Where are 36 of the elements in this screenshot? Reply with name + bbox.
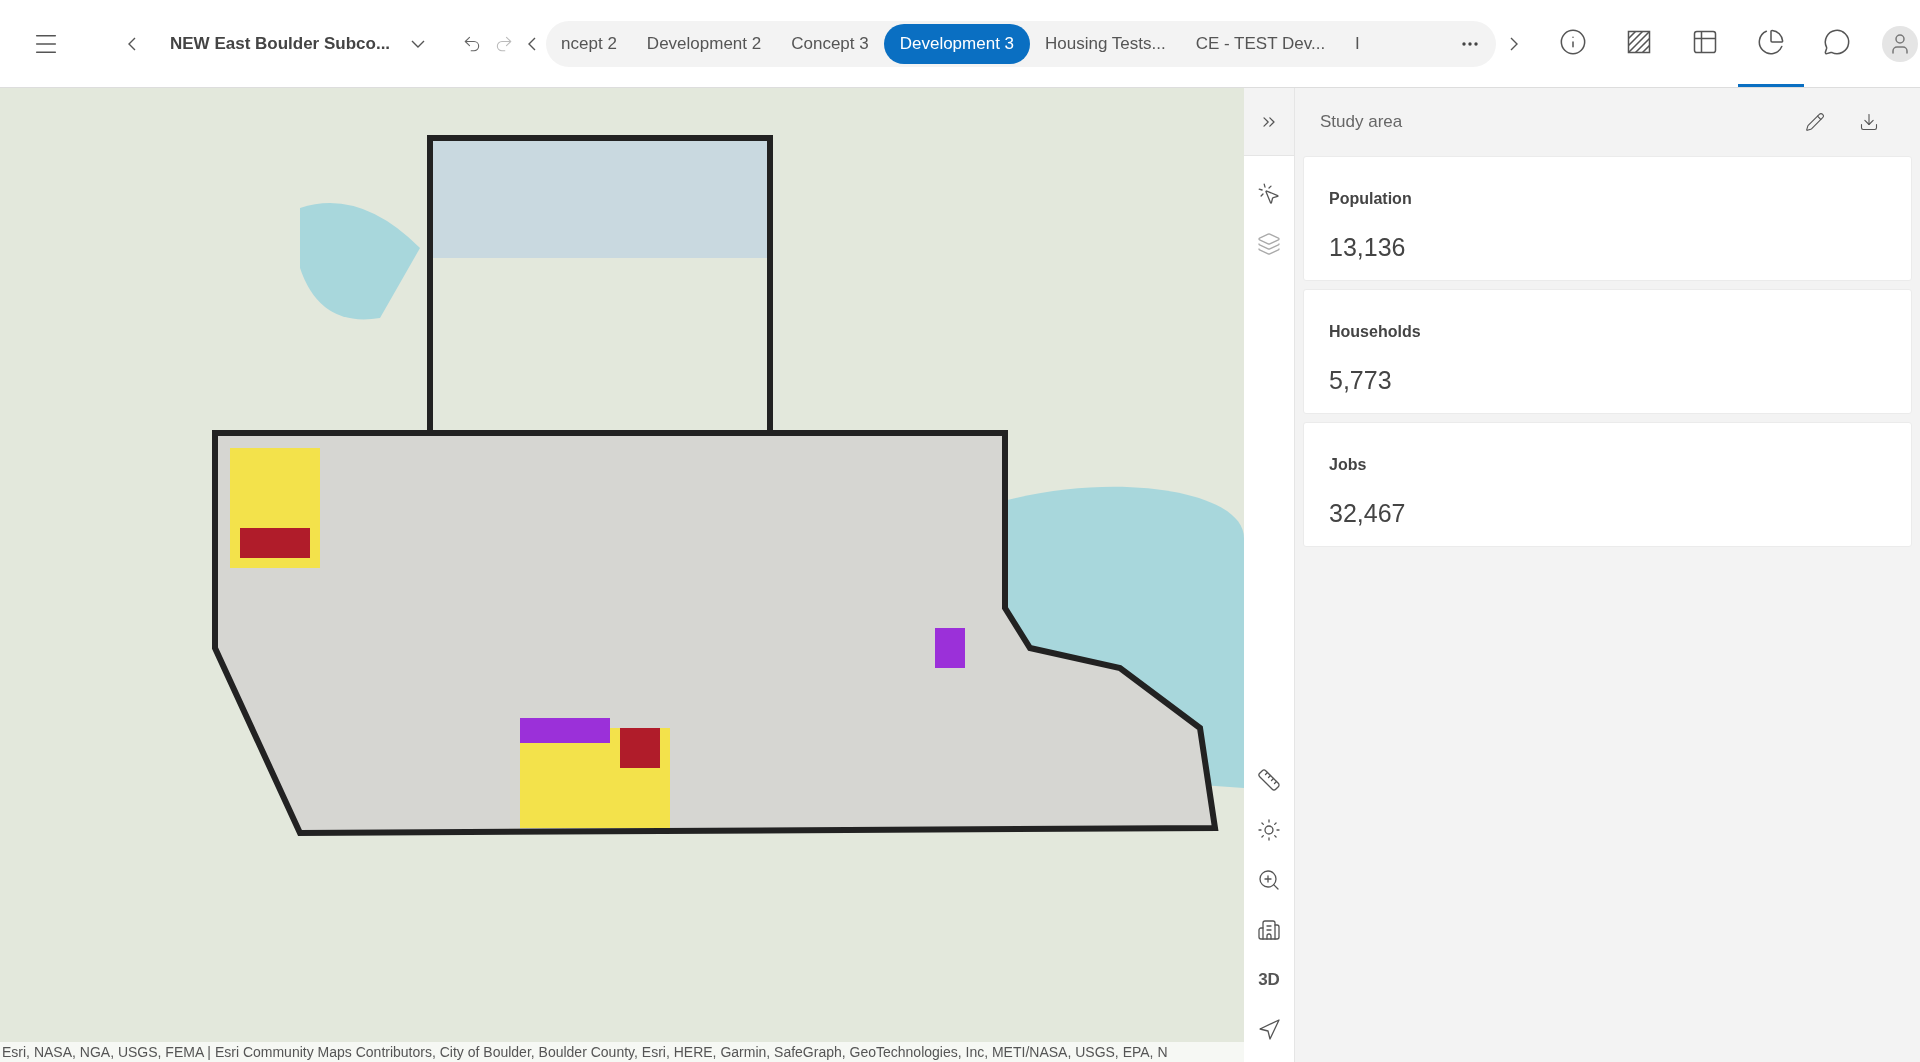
scenario-tab[interactable]: Housing Tests... <box>1030 23 1181 64</box>
metric-value: 5,773 <box>1329 365 1393 396</box>
building-icon <box>1257 918 1281 942</box>
pie-chart-icon <box>1757 28 1786 56</box>
sun-icon <box>1257 818 1281 842</box>
metric-label: Jobs <box>1329 455 1368 475</box>
chevron-left-icon <box>128 36 136 51</box>
metric-value: 32,467 <box>1329 498 1407 529</box>
ruler-icon <box>1257 768 1281 792</box>
metric-value: 13,136 <box>1329 232 1407 263</box>
info-icon <box>1559 28 1588 56</box>
chevron-left-icon <box>528 36 537 51</box>
scenario-tab[interactable]: ncept 2 <box>546 23 632 64</box>
scenario-tab[interactable]: Development 3 <box>883 23 1031 64</box>
download-icon <box>1859 112 1879 132</box>
navigation-arrow-icon <box>1257 1018 1281 1042</box>
pencil-icon <box>1805 112 1825 132</box>
scenario-tab[interactable]: I <box>1340 23 1375 64</box>
layers-icon <box>1257 232 1281 256</box>
map-view[interactable]: Esri, NASA, NGA, USGS, FEMA | Esri Community Maps Contributors, City of Boulder, Boulder County, Esri, HERE, Garmin, SafeGraph, GeoTechnologies, Inc, METI/NASA, USGS, EPA, N <box>0 88 1244 1062</box>
panel-title: Study area <box>1320 111 1403 134</box>
3d-toggle-button[interactable]: 3D <box>1251 962 1287 998</box>
scenario-tab[interactable]: CE - TEST Dev... <box>1180 23 1341 64</box>
zoom-in-icon <box>1257 868 1281 892</box>
scenario-tab[interactable]: Development 2 <box>631 23 777 64</box>
more-icon <box>1462 41 1479 46</box>
map-attribution: Esri, NASA, NGA, USGS, FEMA | Esri Community Maps Contributors, City of Boulder, Boulder County, Esri, HERE, Garmin, SafeGraph, GeoTechnologies, Inc, METI/NASA, USGS, EPA, N <box>0 1042 1244 1062</box>
project-title: NEW East Boulder Subco... <box>170 32 391 55</box>
metric-label: Population <box>1329 189 1413 209</box>
chevron-right-icon <box>1510 36 1519 51</box>
comment-icon <box>1823 28 1852 56</box>
scenario-tab[interactable]: Concept 3 <box>776 23 884 64</box>
user-avatar[interactable] <box>1882 25 1919 62</box>
chevron-down-icon <box>411 39 426 48</box>
pointer-icon <box>1257 182 1281 206</box>
metric-label: Households <box>1329 322 1422 342</box>
